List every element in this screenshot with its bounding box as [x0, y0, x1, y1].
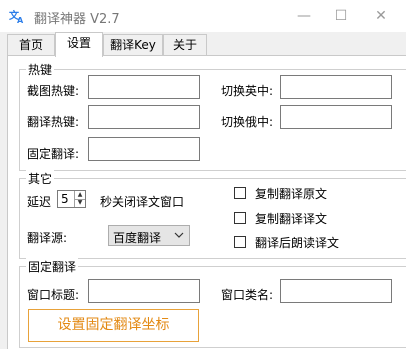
window-class-input[interactable]	[280, 279, 392, 303]
maximize-icon: ☐	[334, 8, 348, 24]
hotkeys-group: 热键 截图热键: 翻译热键: 固定翻译: 切换英中: 切换俄中:	[19, 61, 413, 171]
svg-text:A: A	[17, 16, 24, 24]
tab-settings[interactable]: 设置	[55, 32, 103, 57]
switch-en-zh-label: 切换英中:	[221, 84, 274, 98]
read-aloud-checkbox[interactable]	[234, 236, 246, 248]
switch-ru-zh-input[interactable]	[280, 105, 392, 129]
copy-source-checkbox[interactable]	[234, 187, 246, 199]
minimize-button[interactable]: —	[284, 4, 324, 28]
app-window: 文 A 翻译神器 V2.7 — ☐ ✕ 首页 设置 翻译Key 关于 热键 截图…	[0, 0, 413, 349]
translate-app-icon: 文 A	[9, 9, 24, 24]
title-bar[interactable]: 文 A 翻译神器 V2.7 — ☐ ✕	[0, 0, 406, 32]
window-title: 翻译神器 V2.7	[34, 12, 120, 27]
window-class-label: 窗口类名:	[221, 288, 274, 302]
set-fixed-translate-coords-button[interactable]: 设置固定翻译坐标	[28, 309, 199, 342]
delay-value: 5	[61, 192, 69, 206]
switch-en-zh-input[interactable]	[280, 75, 392, 99]
minimize-icon: —	[297, 8, 311, 24]
translate-source-select[interactable]: 百度翻译	[108, 225, 190, 246]
tab-bar: 首页 设置 翻译Key 关于	[0, 32, 406, 57]
delay-spinner-buttons[interactable]: ▲ ▼	[74, 191, 85, 207]
copy-target-checkbox[interactable]	[234, 212, 246, 224]
read-aloud-label[interactable]: 翻译后朗读译文	[255, 234, 339, 251]
close-icon: ✕	[375, 8, 387, 24]
tab-translate-key[interactable]: 翻译Key	[103, 34, 163, 55]
settings-panel: 热键 截图热键: 翻译热键: 固定翻译: 切换英中: 切换俄中: 其它 延迟 5…	[7, 55, 413, 349]
tab-home[interactable]: 首页	[7, 34, 55, 55]
fixed-translate-hotkey-input[interactable]	[88, 137, 200, 161]
other-group-title: 其它	[26, 170, 55, 187]
translate-hotkey-input[interactable]	[88, 105, 200, 129]
screenshot-hotkey-label: 截图热键:	[27, 84, 80, 98]
fixed-translate-group: 固定翻译 窗口标题: 窗口类名: 设置固定翻译坐标	[19, 258, 413, 348]
spin-down-icon[interactable]: ▼	[75, 199, 85, 207]
delay-suffix-label: 秒关闭译文窗口	[100, 195, 185, 209]
window-title-input[interactable]	[88, 279, 200, 303]
delay-label: 延迟	[27, 195, 52, 209]
chevron-down-icon	[174, 232, 184, 238]
copy-source-label[interactable]: 复制翻译原文	[255, 185, 327, 202]
copy-target-label[interactable]: 复制翻译译文	[255, 210, 327, 227]
hotkeys-group-title: 热键	[26, 61, 55, 78]
other-group: 其它 延迟 5 ▲ ▼ 秒关闭译文窗口 翻译源: 百度翻译 复制翻译原文 复制翻…	[19, 170, 413, 259]
maximize-button[interactable]: ☐	[321, 4, 361, 28]
window-title-label: 窗口标题:	[27, 288, 80, 302]
close-button[interactable]: ✕	[361, 4, 401, 28]
translate-hotkey-label: 翻译热键:	[27, 115, 80, 129]
background-window-strip	[406, 0, 417, 349]
translate-source-label: 翻译源:	[27, 231, 68, 245]
screenshot-hotkey-input[interactable]	[88, 75, 200, 99]
tab-about[interactable]: 关于	[163, 34, 207, 55]
fixed-translate-group-title: 固定翻译	[26, 258, 79, 275]
switch-ru-zh-label: 切换俄中:	[221, 115, 274, 129]
fixed-translate-hotkey-label: 固定翻译:	[27, 147, 80, 161]
delay-spinner[interactable]: 5 ▲ ▼	[57, 190, 86, 208]
translate-source-value: 百度翻译	[113, 231, 162, 245]
